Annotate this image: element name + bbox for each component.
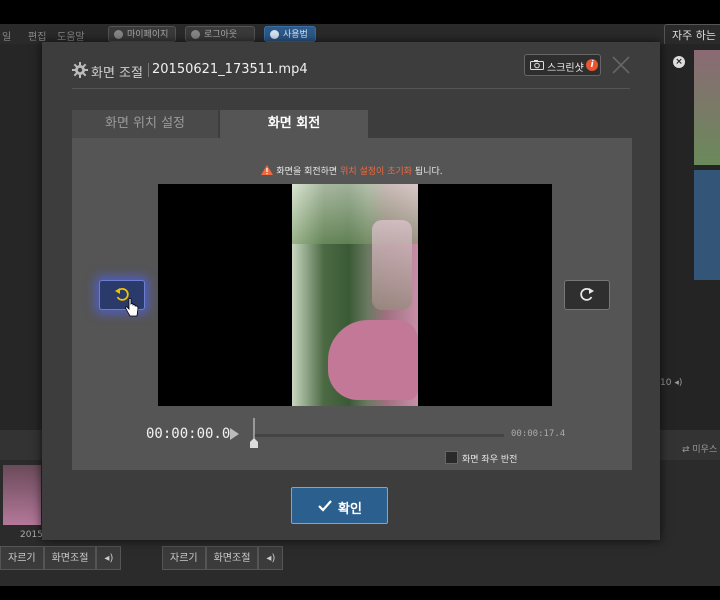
adjust-screen-button[interactable]: 화면조절 xyxy=(205,546,259,570)
tab-position-settings[interactable]: 화면 위치 설정 xyxy=(72,110,218,138)
volume-readout: 10 ◂) xyxy=(660,378,683,388)
left-panel xyxy=(0,44,42,430)
clip-thumbnail-label: 2015 xyxy=(20,530,43,540)
total-duration: 00:00:17.4 xyxy=(511,429,566,439)
clip-toolbar-1: 자르기 화면조절 ◂) xyxy=(0,546,122,570)
hand-cursor-icon xyxy=(125,298,139,317)
tab-rotation[interactable]: 화면 회전 xyxy=(220,110,368,138)
menu-item-help[interactable]: 도움말 xyxy=(57,28,85,43)
confirm-button[interactable]: 확인 xyxy=(291,487,388,524)
app-title-bar xyxy=(0,0,720,24)
mypage-button[interactable]: 마이페이지 xyxy=(108,26,176,42)
warning-prefix: 화면을 회전하면 xyxy=(276,167,341,177)
current-time: 00:00:00.0 xyxy=(146,426,231,442)
howto-label: 사용법 xyxy=(283,30,308,40)
clip-toolbar-2: 자르기 화면조절 ◂) xyxy=(162,546,284,570)
dialog-header: 화면 조절 20150621_173511.mp4 스크린샷 i xyxy=(42,42,660,88)
flip-horizontal-label: 화면 좌우 반전 xyxy=(462,455,518,465)
dialog-tabs: 화면 위치 설정 화면 회전 xyxy=(72,110,632,138)
menu-item-file[interactable]: 일 xyxy=(2,28,11,43)
dialog-title: 화면 조절 xyxy=(91,66,143,81)
clip-preview-image xyxy=(694,50,720,165)
rotation-warning: 화면을 회전하면 위치 설정이 초기화 됩니다. xyxy=(72,164,632,177)
video-frame-image xyxy=(292,184,418,406)
menu-item-edit[interactable]: 편집 xyxy=(28,28,46,43)
screen-adjust-dialog: 화면 조절 20150621_173511.mp4 스크린샷 i 화면 위치 설… xyxy=(42,42,660,540)
remove-clip-icon[interactable]: × xyxy=(673,56,685,68)
check-icon xyxy=(318,500,332,512)
howto-button[interactable]: 사용법 xyxy=(264,26,316,42)
seek-bar[interactable] xyxy=(254,434,504,437)
user-icon xyxy=(114,30,123,39)
video-preview xyxy=(158,184,552,406)
close-icon[interactable] xyxy=(610,54,632,76)
info-icon xyxy=(270,30,279,39)
screenshot-label: 스크린샷 xyxy=(547,63,584,74)
clip-preview-image-2 xyxy=(694,170,720,280)
cut-button[interactable]: 자르기 xyxy=(0,546,44,570)
logout-button[interactable]: 로그아웃 xyxy=(185,26,255,42)
warning-icon xyxy=(261,165,274,175)
cut-button[interactable]: 자르기 xyxy=(162,546,206,570)
play-icon[interactable] xyxy=(230,428,239,440)
title-divider xyxy=(148,63,149,77)
clip-thumbnail[interactable] xyxy=(3,465,41,525)
logout-icon xyxy=(191,30,200,39)
camera-icon xyxy=(530,60,544,70)
file-name: 20150621_173511.mp4 xyxy=(152,62,308,77)
faq-button[interactable]: 자주 하는 xyxy=(664,24,720,46)
seek-handle[interactable] xyxy=(250,418,258,448)
gear-icon xyxy=(72,62,88,78)
rotate-right-icon xyxy=(580,288,594,301)
rotate-right-button[interactable] xyxy=(564,280,610,310)
app-footer xyxy=(0,586,720,600)
swap-button[interactable]: ⇄ 미우스 xyxy=(682,442,717,455)
confirm-label: 확인 xyxy=(338,502,362,517)
screenshot-button[interactable]: 스크린샷 i xyxy=(524,54,601,76)
volume-icon[interactable]: ◂) xyxy=(258,546,284,570)
adjust-screen-button[interactable]: 화면조절 xyxy=(43,546,97,570)
logout-label: 로그아웃 xyxy=(204,30,238,40)
flip-horizontal-checkbox[interactable] xyxy=(445,451,458,464)
header-divider xyxy=(72,88,630,89)
volume-icon[interactable]: ◂) xyxy=(96,546,122,570)
info-icon[interactable]: i xyxy=(586,59,598,71)
rotation-panel: 화면을 회전하면 위치 설정이 초기화 됩니다. 00:00:00.0 00:0… xyxy=(72,138,632,470)
warning-highlight: 위치 설정이 초기화 xyxy=(340,167,413,177)
swap-label: 미우스 xyxy=(692,445,718,455)
volume-value: 10 xyxy=(660,378,672,388)
mypage-label: 마이페이지 xyxy=(127,30,169,40)
warning-suffix: 됩니다. xyxy=(412,167,443,177)
